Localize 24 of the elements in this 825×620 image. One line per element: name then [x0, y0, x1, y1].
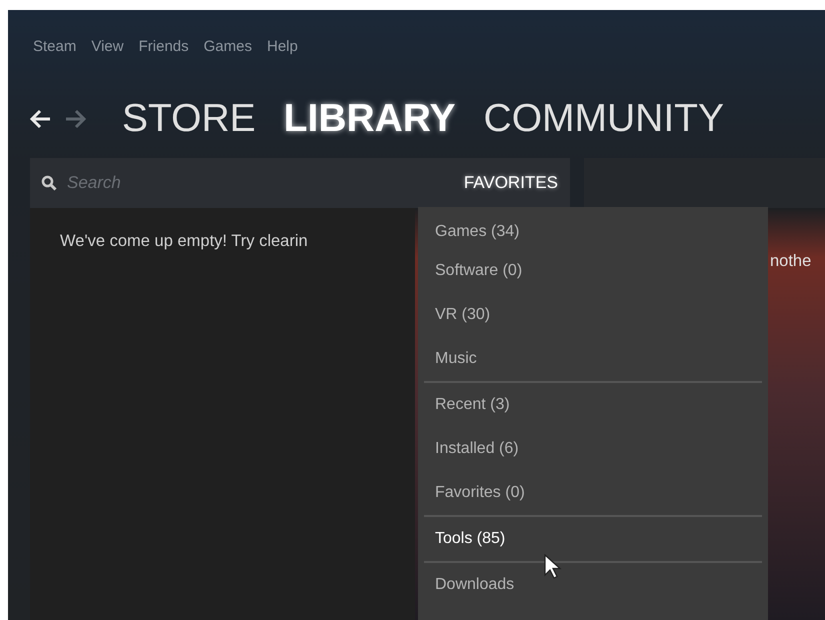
dropdown-item[interactable]: Games (34): [424, 215, 762, 249]
menu-item[interactable]: Friends: [138, 38, 189, 80]
dropdown-item[interactable]: Favorites (0): [424, 471, 762, 515]
dropdown-item[interactable]: Music: [424, 337, 762, 381]
dropdown-item[interactable]: Tools (85): [424, 517, 762, 561]
empty-message: We've come up empty! Try clearin: [60, 232, 308, 250]
back-arrow-icon[interactable]: [30, 109, 52, 129]
dropdown-item[interactable]: VR (30): [424, 293, 762, 337]
empty-message: nothe: [770, 252, 812, 270]
nav-tab[interactable]: COMMUNITY: [484, 97, 724, 141]
nav-tab[interactable]: STORE: [122, 97, 256, 141]
dropdown-item[interactable]: Software (0): [424, 249, 762, 293]
search-icon: [41, 175, 57, 191]
dropdown-item[interactable]: Downloads: [424, 563, 762, 607]
menu-item[interactable]: Steam: [33, 38, 76, 80]
dropdown-item[interactable]: Installed (6): [424, 427, 762, 471]
filter-dropdown[interactable]: FAVORITES: [464, 171, 558, 195]
nav-tab[interactable]: LIBRARY: [284, 97, 456, 141]
menu-item[interactable]: Help: [267, 38, 298, 80]
menu-item[interactable]: View: [91, 38, 124, 80]
dropdown-item[interactable]: Recent (3): [424, 383, 762, 427]
menu-item[interactable]: Games: [204, 38, 252, 80]
search-field[interactable]: Search FAVORITES: [30, 158, 570, 208]
cursor-icon: [544, 554, 562, 580]
